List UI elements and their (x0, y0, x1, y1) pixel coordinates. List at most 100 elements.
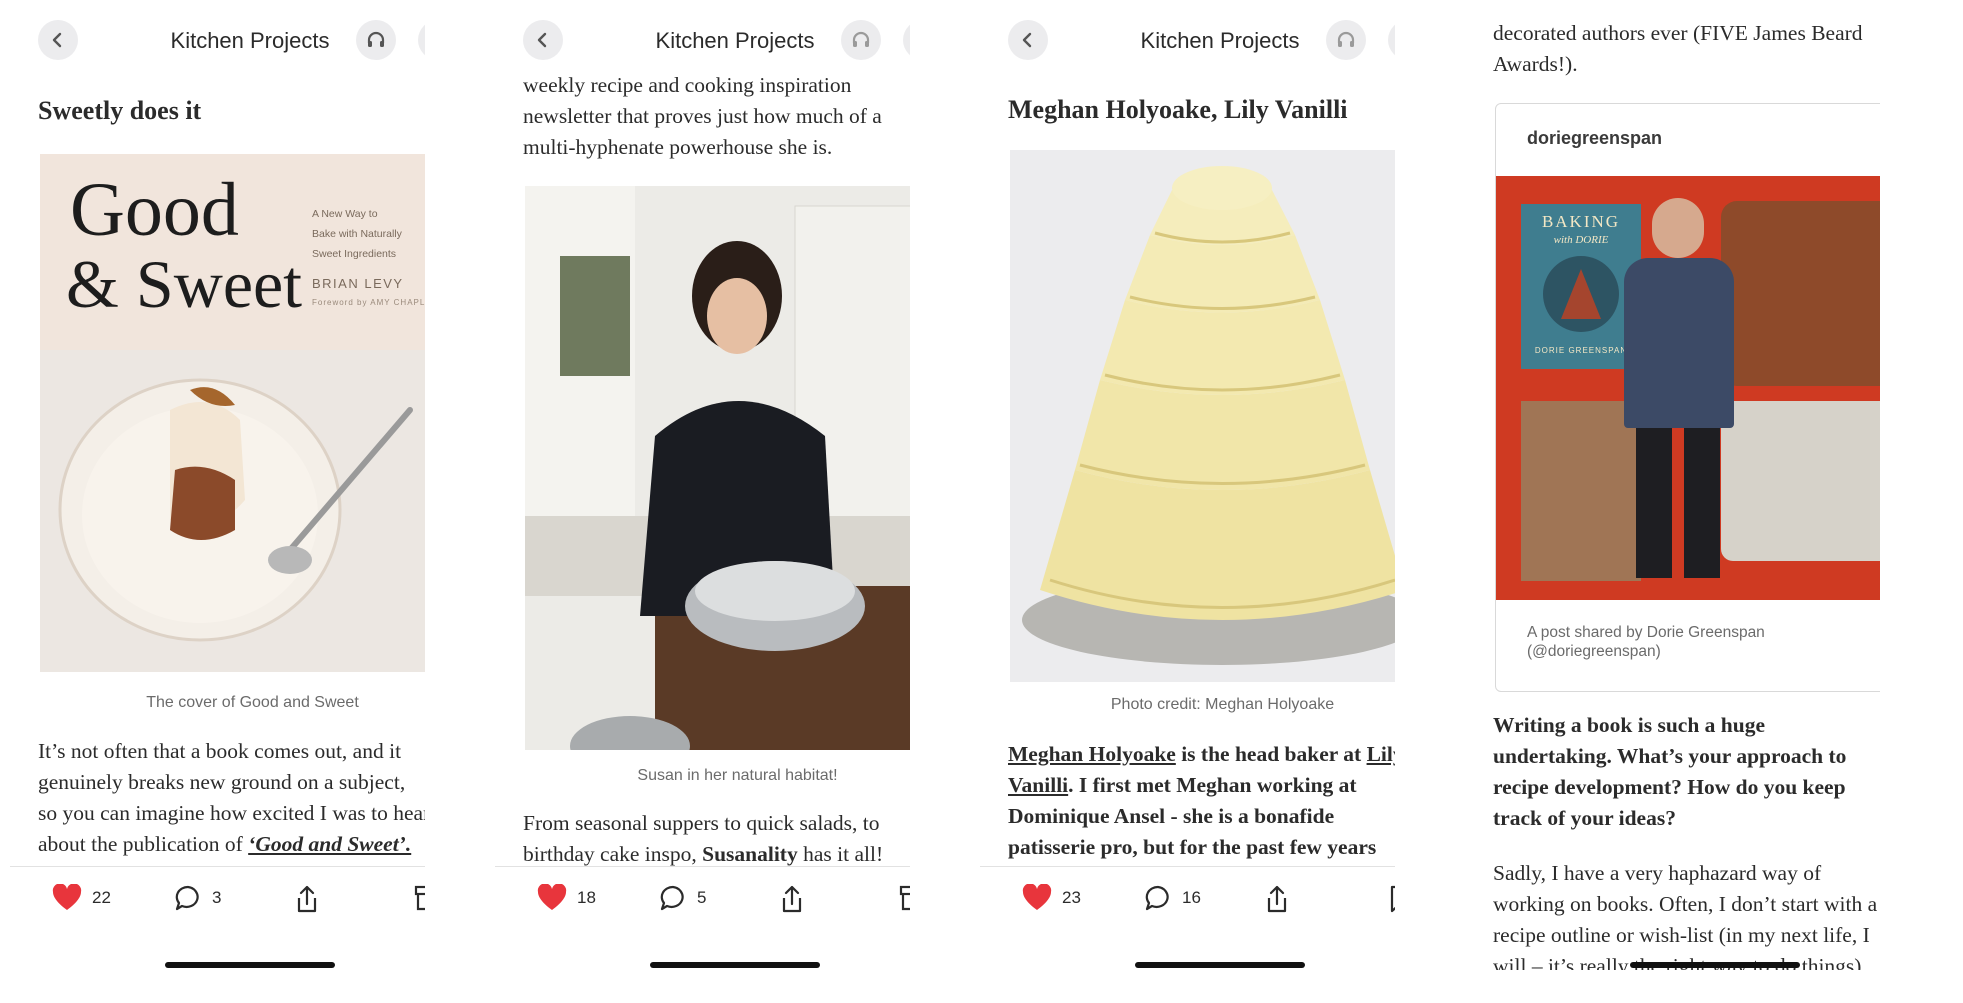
comment-count: 16 (1182, 888, 1201, 907)
share-button[interactable] (293, 884, 321, 914)
body-line: undertaking. What’s your approach to (1493, 744, 1847, 768)
body-line: multi-hyphenate powerhouse she is. (523, 135, 833, 159)
home-indicator[interactable] (650, 962, 820, 968)
post-body: Meghan Holyoake is the head baker at Lil… (1008, 739, 1395, 863)
like-count: 22 (92, 888, 111, 907)
section-heading: Meghan Holyoake, Lily Vanilli (1008, 95, 1348, 124)
body-line: Awards!). (1493, 52, 1578, 76)
instagram-embed[interactable]: doriegreenspan BAKING with DORIE DORIE G… (1495, 103, 1880, 692)
post-panel-good-and-sweet: Kitchen Projects Sweetly does it Good & … (0, 0, 425, 1003)
post-body: From seasonal suppers to quick salads, t… (523, 808, 910, 870)
book-cover-image: Good & Sweet A New Way to Bake with Natu… (40, 154, 425, 672)
body-line: track of your ideas? (1493, 806, 1676, 830)
back-button[interactable] (523, 20, 563, 60)
more-options-button[interactable] (1388, 20, 1395, 60)
share-button[interactable] (778, 884, 806, 914)
archive-icon (414, 885, 425, 911)
listen-button[interactable] (356, 20, 396, 60)
dorie-greenspan-portrait (1614, 198, 1744, 578)
body-text: is the head baker at (1175, 742, 1367, 766)
archive-button[interactable] (414, 884, 425, 912)
home-indicator[interactable] (1630, 962, 1800, 968)
headphones-icon (852, 31, 870, 47)
bookmark-icon (1390, 885, 1395, 913)
book-subtitle-3: Sweet Ingredients (312, 248, 397, 260)
lily-vanilli-link[interactable]: Vanilli (1008, 773, 1068, 797)
heart-icon (537, 884, 567, 910)
dessert-plate-illustration (40, 350, 425, 672)
like-count: 18 (577, 888, 596, 907)
body-line: recipe development? How do you keep (1493, 775, 1846, 799)
like-button[interactable]: 23 (1022, 884, 1081, 912)
embed-caption: A post shared by Dorie Greenspan (@dorie… (1527, 623, 1765, 661)
book-link[interactable]: ‘Good and Sweet’. (248, 832, 411, 856)
book-title-line-1: Good (70, 168, 239, 252)
body-text: about the publication of (38, 832, 249, 856)
body-line: so you can imagine how excited I was to … (38, 801, 425, 825)
publication-title: Kitchen Projects (655, 28, 815, 53)
post-intro: decorated authors ever (FIVE James Beard… (1493, 18, 1880, 80)
share-button[interactable] (1263, 884, 1291, 914)
post-panel-meghan-holyoake: Kitchen Projects Meghan Holyoake, Lily V… (970, 0, 1395, 1003)
chevron-left-icon (52, 32, 62, 48)
home-indicator[interactable] (1135, 962, 1305, 968)
body-line: recipe outline or wish-list (in my next … (1493, 923, 1870, 947)
more-options-button[interactable] (418, 20, 425, 60)
comment-button[interactable]: 16 (1144, 884, 1201, 912)
archive-button[interactable] (899, 884, 910, 912)
archive-icon (899, 885, 910, 911)
post-panel-dorie-greenspan: decorated authors ever (FIVE James Beard… (1455, 0, 1880, 1003)
book-author: BRIAN LEVY (312, 276, 404, 291)
back-button[interactable] (1008, 20, 1048, 60)
body-line: Writing a book is such a huge (1493, 713, 1766, 737)
embed-caption-line[interactable]: (@doriegreenspan) (1527, 642, 1765, 661)
body-line: genuinely breaks new ground on a subject… (38, 770, 406, 794)
post-panel-susanality: Kitchen Projects weekly recipe and cooki… (485, 0, 910, 1003)
embed-username[interactable]: doriegreenspan (1527, 128, 1662, 149)
comment-button[interactable]: 5 (659, 884, 706, 912)
meghan-holyoake-link[interactable]: Meghan Holyoake (1008, 742, 1176, 766)
body-line: Vanilli. I first met Meghan working at (1008, 770, 1395, 801)
more-options-button[interactable] (903, 20, 910, 60)
kitchen-photo (525, 186, 910, 750)
bookmark-button[interactable] (1388, 884, 1395, 914)
body-line: working on books. Often, I don’t start w… (1493, 892, 1878, 916)
embed-image: BAKING with DORIE DORIE GREENSPAN (1496, 176, 1880, 600)
lily-vanilli-link[interactable]: Lily (1367, 742, 1395, 766)
post-action-bar: 23 16 (980, 866, 1395, 947)
cooking-photo (1721, 401, 1880, 561)
post-action-bar: 22 3 (10, 866, 425, 947)
listen-button[interactable] (841, 20, 881, 60)
interview-answer: Sadly, I have a very haphazard way of wo… (1493, 858, 1880, 970)
chevron-left-icon (1022, 32, 1032, 48)
interview-question: Writing a book is such a huge undertakin… (1493, 710, 1880, 834)
body-line: Meghan Holyoake is the head baker at Lil… (1008, 739, 1395, 770)
post-action-bar: 18 5 (495, 866, 910, 947)
comment-count: 5 (697, 888, 707, 907)
home-indicator[interactable] (165, 962, 335, 968)
heart-icon (52, 884, 82, 910)
listen-button[interactable] (1326, 20, 1366, 60)
body-line: about the publication of ‘Good and Sweet… (38, 829, 425, 860)
chevron-left-icon (537, 32, 547, 48)
like-button[interactable]: 22 (52, 884, 111, 912)
back-button[interactable] (38, 20, 78, 60)
book-subtitle-1: A New Way to (312, 208, 378, 220)
kitchen-photo-illustration (525, 186, 910, 750)
body-line: newsletter that proves just how much of … (523, 104, 882, 128)
image-caption: Susan in her natural habitat! (637, 767, 838, 784)
comment-button[interactable]: 3 (174, 884, 221, 912)
share-icon (297, 885, 317, 913)
heart-icon (1022, 884, 1052, 910)
like-button[interactable]: 18 (537, 884, 596, 912)
body-line: weekly recipe and cooking inspiration (523, 73, 852, 97)
like-count: 23 (1062, 888, 1081, 907)
share-icon (1267, 885, 1287, 913)
body-text: has it all! (797, 842, 884, 866)
book-subtitle-2: Bake with Naturally (312, 228, 402, 240)
share-icon (782, 885, 802, 913)
body-text: . I first met Meghan working at (1068, 773, 1357, 797)
bold-text: Susanality (702, 842, 798, 866)
body-line: It’s not often that a book comes out, an… (38, 739, 402, 763)
book-title-line-2: & Sweet (66, 246, 303, 322)
